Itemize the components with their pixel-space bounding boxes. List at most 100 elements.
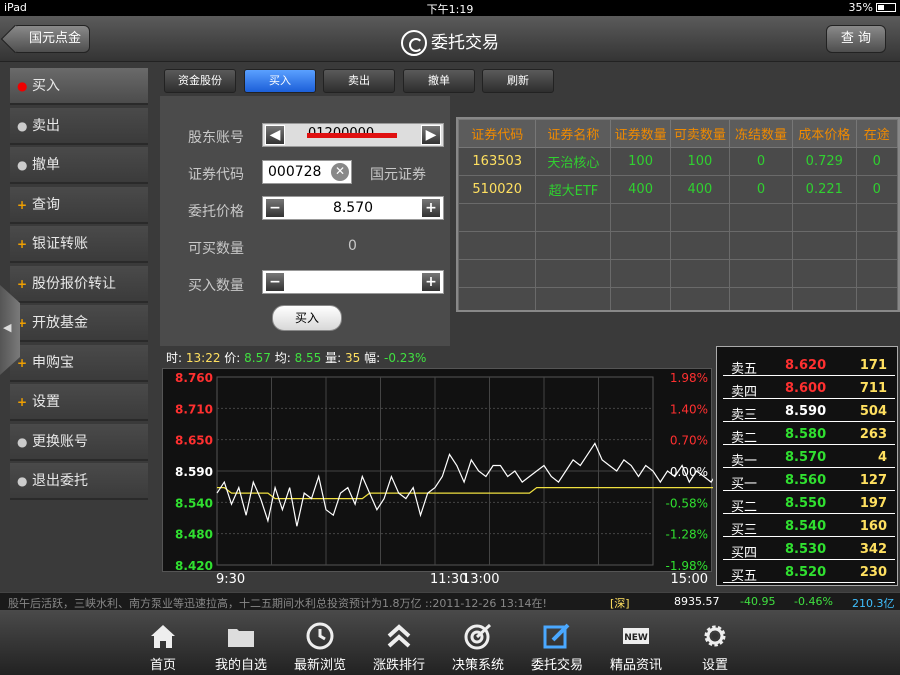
menu-item-label: 查询 — [32, 196, 60, 213]
buy-submit-button[interactable]: 买入 — [272, 305, 342, 331]
bullet-icon: ● — [17, 118, 28, 133]
quote-price: 8.57 — [244, 351, 271, 365]
order-book-volume: 342 — [859, 542, 887, 557]
table-cell — [669, 231, 731, 260]
buyable-label: 可买数量 — [188, 241, 244, 257]
quote-summary: 时: 13:22 价: 8.57 均: 8.55 量: 35 幅: -0.23% — [166, 351, 427, 365]
tabbar-item[interactable]: 决策系统 — [439, 610, 517, 675]
table-cell: 0 — [729, 175, 794, 204]
account-next-button[interactable]: ▶ — [421, 125, 441, 145]
order-book-row[interactable]: 买一 8.560 127 — [723, 468, 895, 492]
menu-item[interactable]: ● 撤单 — [10, 147, 148, 184]
order-book-price: 8.600 — [785, 381, 827, 396]
tab-button[interactable]: 刷新 — [482, 69, 554, 93]
order-book-level: 买五 — [731, 569, 758, 584]
menu-item[interactable]: ● 卖出 — [10, 107, 148, 145]
tab-button[interactable]: 买入 — [244, 69, 316, 93]
intraday-chart[interactable]: 8.760 8.710 8.650 8.590 8.540 8.480 8.420 1.98%… — [162, 368, 755, 573]
menu-item[interactable]: + 开放基金 — [10, 305, 148, 342]
table-row[interactable]: 510020 超大ETF 400 400 0 0.221 0 — [458, 175, 898, 204]
tabbar-item[interactable]: NEW 精品资讯 — [597, 610, 675, 675]
target-icon — [464, 623, 492, 650]
query-button[interactable]: 查 询 — [826, 25, 886, 53]
order-book-row[interactable]: 卖四 8.600 711 — [723, 376, 895, 400]
order-book-row[interactable]: 买四 8.530 342 — [723, 537, 895, 561]
column-header[interactable]: 成本价格 — [792, 119, 857, 148]
ticker-change: -40.95 — [740, 595, 776, 608]
account-selector[interactable]: ◀ 01200000 ▶ — [262, 123, 444, 147]
menu-item-label: 更换账号 — [32, 433, 88, 450]
price-stepper[interactable]: − 8.570 + — [262, 196, 444, 220]
tabbar-item[interactable]: 设置 — [676, 610, 754, 675]
table-cell: 400 — [610, 175, 671, 204]
menu-item[interactable]: + 银证转账 — [10, 226, 148, 263]
column-header[interactable]: 证券名称 — [535, 119, 612, 148]
y-tick-label-left: 8.590 — [175, 465, 213, 479]
bullet-icon: ● — [17, 474, 28, 488]
tabbar-item[interactable]: 涨跌排行 — [360, 610, 438, 675]
code-input[interactable]: 000728 ✕ — [262, 160, 352, 184]
order-book-row[interactable]: 卖三 8.590 504 — [723, 399, 895, 423]
menu-item[interactable]: ● 退出委托 — [10, 463, 148, 500]
code-label: 证券代码 — [188, 167, 244, 183]
menu-item[interactable]: ● 买入 — [10, 68, 148, 105]
account-redaction — [307, 133, 397, 138]
menu-item[interactable]: + 股份报价转让 — [10, 265, 148, 303]
order-book-price: 8.530 — [785, 542, 827, 557]
tabbar-item-label: 首页 — [149, 658, 176, 673]
table-row — [458, 287, 898, 310]
tab-button[interactable]: 卖出 — [323, 69, 395, 93]
y-tick-label-left: 8.540 — [175, 496, 213, 510]
y-tick-label-right: -0.58% — [666, 496, 708, 510]
table-cell — [610, 203, 671, 232]
table-row[interactable]: 163503 天治核心 100 100 0 0.729 0 — [458, 147, 898, 176]
quantity-stepper[interactable]: − + — [262, 270, 444, 294]
menu-item-label: 设置 — [32, 394, 60, 410]
tabbar-item[interactable]: 委托交易 — [518, 610, 596, 675]
order-book-volume: 504 — [859, 404, 887, 419]
order-book-row[interactable]: 买二 8.550 197 — [723, 491, 895, 515]
tab-button[interactable]: 资金股份 — [164, 69, 236, 93]
order-book-row[interactable]: 买三 8.540 160 — [723, 514, 895, 538]
page-title: 委托交易 — [0, 28, 900, 56]
tabbar-item-label: 精品资讯 — [609, 658, 662, 673]
table-cell: 0.221 — [792, 175, 857, 204]
quantity-minus-button[interactable]: − — [265, 272, 285, 292]
table-cell — [669, 259, 731, 288]
menu-item[interactable]: + 申购宝 — [10, 344, 148, 382]
column-header[interactable]: 冻结数量 — [729, 119, 794, 148]
order-book-volume: 197 — [859, 496, 887, 511]
expand-icon: + — [17, 197, 28, 212]
news-ticker[interactable]: 股午后活跃，三峡水利、南方泵业等迅速拉高，十二五期间水利总投资预计为1.8万亿 … — [0, 592, 900, 610]
quantity-plus-button[interactable]: + — [421, 272, 441, 292]
order-book-row[interactable]: 卖五 8.620 171 — [723, 353, 895, 377]
price-plus-button[interactable]: + — [421, 198, 441, 218]
tabbar-item[interactable]: 我的自选 — [202, 610, 280, 675]
table-cell — [792, 259, 857, 288]
order-book-row[interactable]: 买五 8.520 230 — [723, 560, 895, 584]
table-cell — [855, 259, 898, 288]
table-cell — [458, 287, 537, 310]
column-header[interactable]: 证券代码 — [458, 119, 537, 148]
tab-button[interactable]: 撤单 — [403, 69, 475, 93]
order-book-price: 8.590 — [785, 404, 827, 419]
table-cell — [610, 287, 671, 310]
tabbar-item[interactable]: 最新浏览 — [281, 610, 359, 675]
table-cell — [458, 231, 537, 260]
x-tick-label: 9:30 — [216, 572, 246, 587]
column-header[interactable]: 可卖数量 — [669, 119, 731, 148]
menu-item[interactable]: + 设置 — [10, 384, 148, 421]
order-book-row[interactable]: 卖一 8.570 4 — [723, 445, 895, 469]
column-header[interactable]: 证券数量 — [610, 119, 671, 148]
column-header[interactable]: 在途 — [855, 119, 898, 148]
account-prev-button[interactable]: ◀ — [265, 125, 285, 145]
clear-icon[interactable]: ✕ — [331, 163, 349, 181]
order-book-price: 8.570 — [785, 450, 827, 465]
order-book-row[interactable]: 卖二 8.580 263 — [723, 422, 895, 446]
x-tick-label: 13:00 — [462, 572, 500, 587]
table-cell — [729, 231, 794, 260]
tabbar-item-label: 设置 — [701, 658, 728, 673]
tabbar-item[interactable]: 首页 — [124, 610, 202, 675]
menu-item[interactable]: ● 更换账号 — [10, 423, 148, 461]
menu-item[interactable]: + 查询 — [10, 186, 148, 224]
